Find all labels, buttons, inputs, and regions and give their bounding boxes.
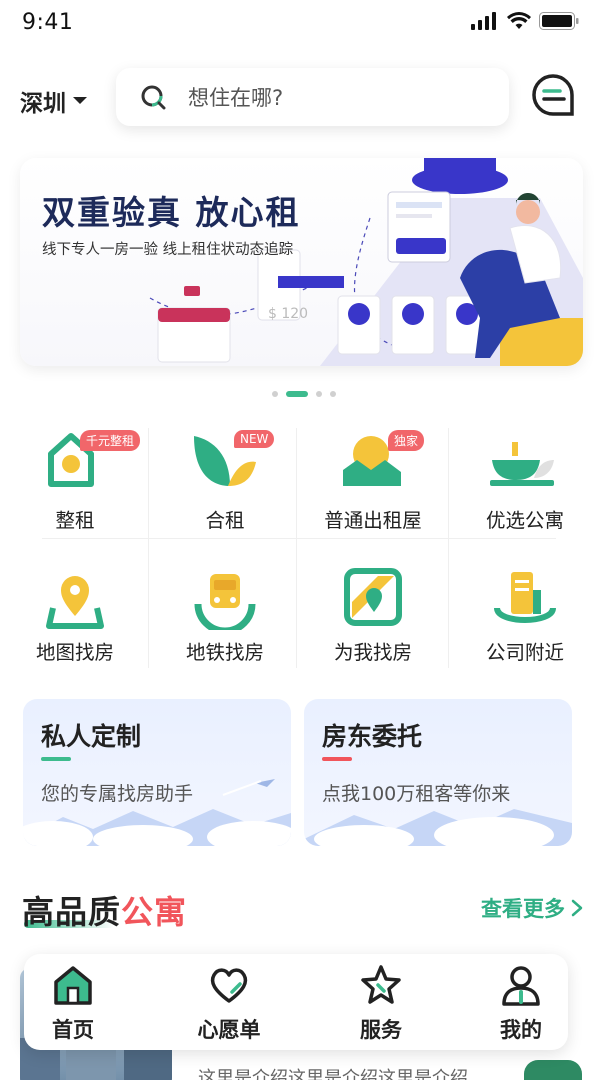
category-map-search[interactable]: 地图找房 [0,540,150,668]
card-title: 私人定制 [41,722,142,751]
banner-pagination [0,391,607,397]
pagination-dot [315,391,322,397]
category-standard-rental[interactable]: 独家 普通出租屋 [298,420,448,538]
category-badge: NEW [234,430,275,448]
category-label: 整租 [55,509,95,532]
listing-action-button[interactable] [524,1060,582,1080]
bowl-icon [490,442,554,486]
heart-icon [210,968,248,1003]
status-bar: 9:41 [0,0,607,48]
category-label: 地铁找房 [185,641,264,664]
card-accent-bar [41,757,71,761]
banner-price-tag: $ 120 [268,306,309,322]
bottom-tab-bar: 首页 心愿单 服务 我的 [24,954,568,1050]
banner-title: 双重验真 放心租 [42,193,301,232]
status-time: 9:41 [22,10,74,35]
category-label: 合租 [205,509,245,532]
user-icon [502,966,540,1006]
pagination-dot [329,391,336,397]
see-more-label: 查看更多 [481,897,565,921]
grid-divider [42,538,556,539]
card-title: 房东委托 [322,722,423,751]
category-metro-search[interactable]: 地铁找房 [150,540,300,668]
search-icon [141,85,166,110]
building-icon [494,572,556,623]
category-badge: 独家 [388,430,425,451]
category-find-for-me[interactable]: 为我找房 [298,540,448,668]
section-title-part1: 高品质 [22,893,122,931]
home-icon [54,966,92,1005]
section-title: 高品质公寓 [22,887,187,933]
caret-down-icon [73,97,87,104]
card-subtitle: 点我100万租客等你来 [322,783,511,805]
search-bar[interactable]: 想住在哪? [116,68,509,126]
tab-wishlist[interactable]: 心愿单 [174,964,284,1044]
wifi-icon [507,12,531,29]
card-private-custom[interactable]: 私人定制 您的专属找房助手 [23,699,291,846]
listing-description: 这里是介绍这里是介绍这里是介绍 [198,1068,468,1080]
search-placeholder: 想住在哪? [188,86,284,110]
category-label: 优选公寓 [485,509,564,532]
signal-icon [471,12,496,30]
promo-banner[interactable]: 双重验真 放心租 线下专人一房一验 线上租住状动态追踪 $ 120 [20,158,583,366]
chat-bubble-icon [532,74,574,116]
tab-label: 服务 [360,1018,402,1042]
tab-home[interactable]: 首页 [18,964,128,1044]
category-whole-rent[interactable]: 千元整租 整租 [0,420,150,538]
star-icon [361,965,401,1004]
category-label: 为我找房 [333,641,412,664]
status-icons [471,12,579,30]
tab-label: 首页 [52,1018,94,1042]
category-near-company[interactable]: 公司附近 [450,540,600,668]
grid-divider [448,428,449,668]
battery-icon [539,12,579,30]
category-badge: 千元整租 [80,430,141,451]
category-label: 地图找房 [35,641,114,664]
card-subtitle: 您的专属找房助手 [41,783,194,805]
pagination-dot [271,391,278,397]
tab-profile[interactable]: 我的 [466,964,576,1044]
category-label: 公司附近 [485,641,564,664]
metro-icon [194,574,256,630]
banner-subtitle: 线下专人一房一验 线上租住状动态追踪 [42,242,294,258]
tab-label: 心愿单 [197,1018,261,1042]
tab-services[interactable]: 服务 [326,964,436,1044]
tab-label: 我的 [500,1018,542,1042]
map-icon [344,568,402,626]
card-landlord-entrust[interactable]: 房东委托 点我100万租客等你来 [304,699,572,846]
city-label: 深圳 [20,91,66,117]
chevron-right-icon [571,899,583,917]
map-pin-icon [46,576,104,629]
message-button[interactable] [530,72,576,118]
category-premium-apartment[interactable]: 优选公寓 [450,420,600,538]
pagination-dot-active [285,391,308,397]
section-title-part2: 公寓 [121,893,188,931]
card-accent-bar [322,757,352,761]
category-shared-rent[interactable]: NEW 合租 [150,420,300,538]
category-label: 普通出租屋 [324,509,422,532]
city-selector[interactable]: 深圳 [20,84,88,118]
see-more-link[interactable]: 查看更多 [481,893,583,923]
